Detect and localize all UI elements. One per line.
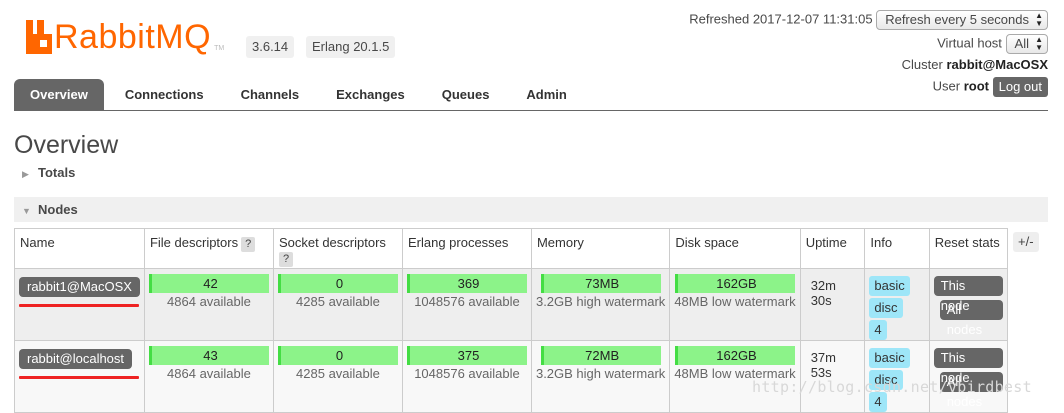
col-reset-stats: Reset stats: [928, 228, 1009, 269]
ep-available: 1048576 available: [414, 294, 520, 309]
help-button[interactable]: ?: [278, 252, 294, 267]
tab-overview[interactable]: Overview: [14, 79, 104, 111]
logo-text: RabbitMQ: [54, 18, 212, 56]
info-basic-badge: basic: [869, 348, 910, 368]
col-socket-descriptors: Socket descriptors?: [272, 228, 403, 269]
col-info: Info: [864, 228, 930, 269]
vhost-row: Virtual host All ▲ ▼: [937, 34, 1048, 54]
red-underline-annotation: [19, 304, 139, 307]
nodes-section-toggle[interactable]: ▼ Nodes: [14, 197, 1048, 222]
reset-this-node-button[interactable]: This node: [933, 348, 1003, 385]
user-row: User root Log out: [933, 77, 1048, 97]
disk-watermark: 48MB low watermark: [674, 294, 796, 309]
col-file-descriptors: File descriptors?: [143, 228, 274, 269]
disk-bar: 162GB: [675, 274, 795, 293]
collapsed-triangle-icon: ▶: [22, 169, 29, 179]
col-disk-space: Disk space: [669, 228, 801, 269]
fd-bar: 43: [148, 346, 269, 365]
ep-available: 1048576 available: [414, 366, 520, 381]
rabbitmq-logo-icon: [26, 20, 52, 54]
erlang-version-badge: Erlang 20.1.5: [306, 36, 396, 58]
col-name: Name: [14, 228, 145, 269]
memory-bar: 73MB: [540, 274, 661, 293]
cluster-name: rabbit@MacOSX: [946, 57, 1048, 72]
info-disc-badge: disc: [869, 298, 903, 318]
help-button[interactable]: ?: [241, 237, 256, 252]
col-uptime: Uptime: [799, 228, 866, 269]
sd-bar: 0: [277, 274, 398, 293]
main-nav-tabs: Overview Connections Channels Exchanges …: [14, 79, 588, 111]
ep-bar: 369: [406, 274, 527, 293]
logo-trademark: TM: [214, 44, 225, 52]
version-badge: 3.6.14: [246, 36, 295, 58]
red-underline-annotation: [19, 376, 139, 379]
col-erlang-processes: Erlang processes: [401, 228, 532, 269]
uptime-minutes: 32m: [810, 278, 836, 293]
ep-bar: 375: [406, 346, 527, 365]
select-arrows-icon: ▲ ▼: [1035, 11, 1043, 28]
sd-available: 4285 available: [296, 294, 380, 309]
memory-bar: 72MB: [540, 346, 661, 365]
node-link[interactable]: rabbit@localhost: [19, 349, 133, 369]
sd-available: 4285 available: [296, 366, 380, 381]
fd-bar: 42: [148, 274, 269, 293]
vhost-select[interactable]: All ▲ ▼: [1005, 34, 1048, 54]
totals-section-toggle[interactable]: ▶ Totals: [14, 160, 75, 185]
toggle-columns-button[interactable]: +/-: [1013, 232, 1039, 252]
rabbitmq-logo[interactable]: RabbitMQ TM: [26, 18, 224, 56]
tab-connections[interactable]: Connections: [109, 79, 220, 111]
memory-watermark: 3.2GB high watermark: [535, 294, 666, 309]
sd-bar: 0: [277, 346, 398, 365]
tab-channels[interactable]: Channels: [225, 79, 316, 111]
logout-button[interactable]: Log out: [992, 77, 1048, 97]
uptime-seconds: 30s: [810, 293, 832, 308]
tab-divider: [14, 110, 1048, 111]
node-link[interactable]: rabbit1@MacOSX: [19, 277, 140, 297]
reset-all-nodes-button[interactable]: All nodes: [939, 300, 1003, 337]
tab-admin[interactable]: Admin: [510, 79, 582, 111]
user-label: User: [932, 78, 961, 94]
info-count-badge: 4: [869, 320, 887, 340]
page-title: Overview: [14, 131, 119, 159]
uptime-minutes: 37m: [810, 350, 836, 365]
info-basic-badge: basic: [869, 276, 910, 296]
tab-queues[interactable]: Queues: [426, 79, 506, 111]
fd-available: 4864 available: [167, 366, 251, 381]
refresh-interval-select[interactable]: Refresh every 5 seconds ▲ ▼: [876, 10, 1048, 30]
cluster-row: Cluster rabbit@MacOSX: [902, 57, 1048, 72]
fd-available: 4864 available: [167, 294, 251, 309]
refresh-row: Refreshed 2017-12-07 11:31:05 Refresh ev…: [689, 10, 1048, 30]
col-memory: Memory: [530, 228, 671, 269]
memory-watermark: 3.2GB high watermark: [535, 366, 666, 381]
tab-exchanges[interactable]: Exchanges: [320, 79, 421, 111]
table-row: rabbit1@MacOSX 42 4864 available 0 4285 av…: [14, 268, 1009, 341]
user-name: root: [963, 78, 989, 94]
vhost-label: Virtual host: [937, 35, 1002, 51]
disk-bar: 162GB: [675, 346, 795, 365]
expanded-triangle-icon: ▼: [22, 206, 31, 216]
select-arrows-icon: ▲ ▼: [1035, 35, 1043, 52]
refreshed-timestamp: Refreshed 2017-12-07 11:31:05: [689, 11, 873, 27]
cluster-label: Cluster: [901, 57, 943, 72]
table-row: rabbit@localhost 43 4864 available 0 4285 …: [14, 340, 1009, 413]
table-header-row: Name File descriptors? Socket descriptor…: [14, 228, 1009, 269]
watermark-text: http://blog.csdn.net/vbirdbest: [752, 378, 1032, 396]
reset-this-node-button[interactable]: This node: [933, 276, 1003, 313]
